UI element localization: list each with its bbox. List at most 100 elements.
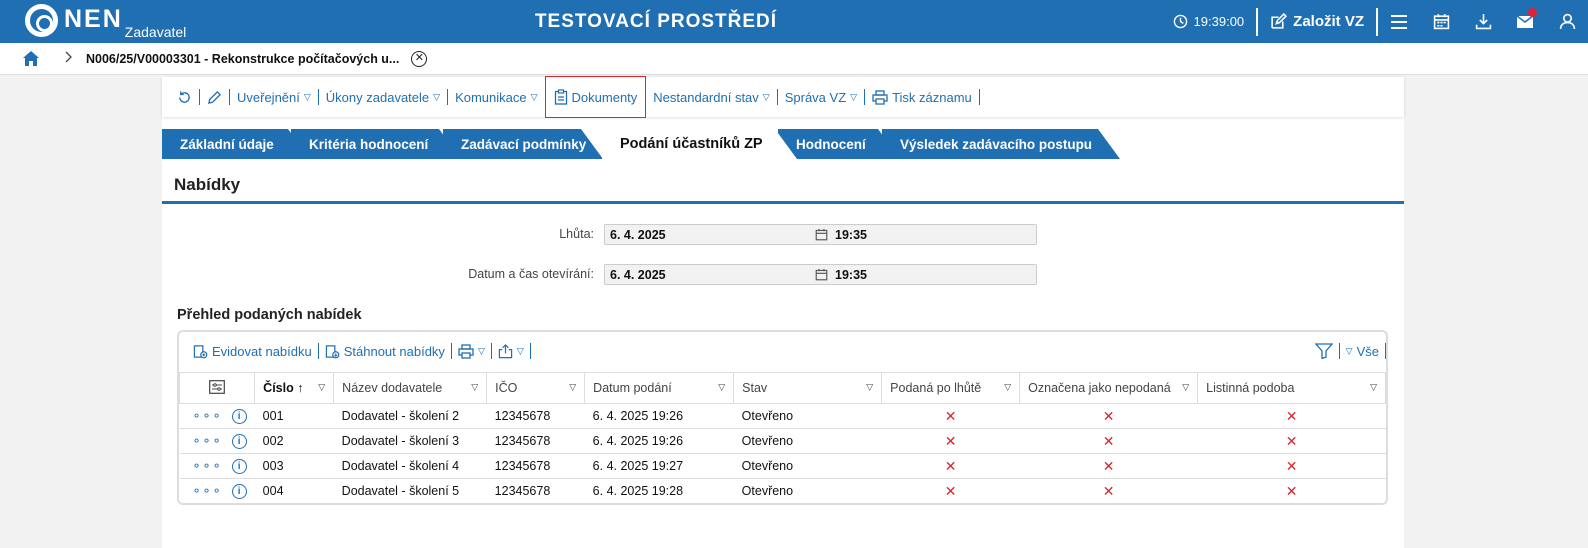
toolbar-divider [529, 343, 531, 359]
more-options-icon[interactable]: ⚬⚬⚬ [192, 484, 222, 498]
column-header-oznacena[interactable]: Označena jako nepodaná ▽ [1019, 372, 1199, 404]
grid-export-button[interactable]: ▽ [492, 343, 530, 359]
refresh-button[interactable] [170, 77, 199, 117]
toolbar-divider [1385, 343, 1386, 359]
cross-mark-icon: ✕ [1019, 478, 1198, 504]
cell-datum: 6. 4. 2025 19:26 [584, 428, 734, 454]
column-header-datum[interactable]: Datum podání ▽ [584, 372, 735, 404]
column-filter-icon[interactable]: ▽ [569, 382, 576, 393]
home-icon[interactable] [22, 50, 40, 67]
caret-down-icon: ▽ [433, 91, 441, 102]
cell-cislo: 002 [254, 428, 334, 454]
close-icon[interactable]: ✕ [411, 50, 428, 67]
register-offer-icon [193, 344, 208, 358]
menu-sprava-vz[interactable]: Správa VZ ▽ [778, 77, 864, 117]
column-header-label: Podaná po lhůtě [890, 381, 982, 395]
menu-button[interactable] [1378, 0, 1420, 43]
cell-stav: Otevřeno [733, 428, 882, 454]
breadcrumb: N006/25/V00003301 - Rekonstrukce počítač… [0, 43, 1588, 75]
info-icon[interactable]: i [231, 458, 247, 474]
column-filter-icon[interactable]: ▽ [1182, 382, 1189, 393]
opening-row: Datum a čas otevírání: 6. 4. 2025 19:35 [162, 264, 1404, 286]
breadcrumb-item[interactable]: N006/25/V00003301 - Rekonstrukce počítač… [86, 52, 399, 66]
cell-cislo: 003 [254, 453, 334, 479]
column-filter-icon[interactable]: ▽ [1004, 382, 1011, 393]
table-row[interactable]: ⚬⚬⚬ i 001 Dodavatel - školení 2 12345678 … [179, 403, 1386, 429]
column-filter-icon[interactable]: ▽ [1370, 382, 1377, 393]
calendar-button[interactable] [1420, 0, 1462, 43]
clock-icon [1173, 14, 1187, 29]
stahnout-nabidky-button[interactable]: Stáhnout nabídky [319, 344, 451, 359]
create-vz-label: Založit VZ [1293, 13, 1364, 30]
menu-dokumenty-label: Dokumenty [571, 89, 638, 105]
cell-datum: 6. 4. 2025 19:28 [584, 478, 734, 504]
column-settings-cell[interactable] [178, 372, 256, 404]
table-row[interactable]: ⚬⚬⚬ i 004 Dodavatel - školení 5 12345678 … [179, 478, 1386, 504]
hamburger-icon [1391, 14, 1407, 29]
table-row[interactable]: ⚬⚬⚬ i 002 Dodavatel - školení 3 12345678 … [179, 428, 1386, 454]
caret-down-icon: ▽ [303, 91, 311, 102]
table-row[interactable]: ⚬⚬⚬ i 003 Dodavatel - školení 4 12345678 … [179, 453, 1386, 479]
column-header-cislo[interactable]: Číslo ↑ ▽ [254, 372, 335, 404]
column-filter-icon[interactable]: ▽ [718, 382, 725, 393]
column-filter-icon[interactable]: ▽ [866, 382, 873, 393]
menu-nestandardni-stav[interactable]: Nestandardní stav ▽ [646, 77, 776, 117]
create-vz-button[interactable]: Založit VZ [1258, 13, 1376, 30]
calendar-icon [1433, 14, 1449, 30]
column-header-listinna[interactable]: Listinná podoba ▽ [1197, 372, 1386, 404]
column-header-nazev[interactable]: Název dodavatele ▽ [333, 372, 488, 404]
tab-vysledek[interactable]: Výsledek zadávacího postupu [882, 129, 1120, 159]
opening-time: 19:35 [835, 268, 867, 282]
menu-uverejneni[interactable]: Uveřejnění ▽ [230, 77, 318, 117]
tab-bar: Základní údaje Kritéria hodnocení Zadáva… [162, 129, 1404, 159]
edit-icon [1271, 13, 1288, 29]
info-icon[interactable]: i [231, 408, 247, 424]
grid-toolbar: Evidovat nabídku Stáhnout nabídky ▽ ▽ ▽ … [179, 332, 1386, 370]
table-header-row: Číslo ↑ ▽ Název dodavatele ▽ IČO ▽ Datum po… [178, 372, 1386, 404]
calendar-icon [815, 268, 828, 281]
cross-mark-icon: ✕ [1019, 453, 1198, 479]
cell-datum: 6. 4. 2025 19:26 [584, 403, 734, 429]
section-title: Nabídky [174, 175, 241, 194]
more-options-icon[interactable]: ⚬⚬⚬ [192, 409, 222, 423]
opening-field[interactable]: 6. 4. 2025 19:35 [604, 264, 1037, 285]
tab-podani-ucastniku[interactable]: Podání účastníků ZP [602, 129, 797, 159]
user-button[interactable] [1546, 0, 1588, 43]
print-record-button[interactable]: Tisk záznamu [865, 77, 979, 117]
tab-kriteria-hodnoceni[interactable]: Kritéria hodnocení [291, 129, 461, 159]
messages-button[interactable] [1504, 0, 1546, 43]
section-header: Nabídky [162, 159, 1404, 204]
printer-icon [458, 343, 474, 359]
tab-label: Zadávací podmínky [461, 136, 587, 152]
menu-sprava-label: Správa VZ [784, 89, 847, 105]
notification-dot [1528, 8, 1537, 17]
tab-hodnoceni[interactable]: Hodnocení [778, 129, 900, 159]
tab-zadavaci-podminky[interactable]: Zadávací podmínky [443, 129, 603, 159]
tab-zakladni-udaje[interactable]: Základní údaje [162, 129, 310, 159]
cell-ico: 12345678 [486, 428, 585, 454]
export-icon [498, 343, 513, 358]
column-header-stav[interactable]: Stav ▽ [733, 372, 883, 404]
column-filter-icon[interactable]: ▽ [471, 382, 478, 393]
grid-print-button[interactable]: ▽ [452, 343, 491, 359]
column-filter-icon[interactable]: ▽ [318, 382, 325, 393]
more-options-icon[interactable]: ⚬⚬⚬ [192, 434, 222, 448]
menu-dokumenty[interactable]: Dokumenty [544, 76, 647, 118]
column-header-label: Číslo [263, 381, 294, 395]
edit-button[interactable] [200, 77, 229, 117]
grid-filter-button[interactable] [1309, 343, 1339, 359]
deadline-field[interactable]: 6. 4. 2025 19:35 [604, 224, 1037, 245]
column-header-podana-po-lhute[interactable]: Podaná po lhůtě ▽ [881, 372, 1021, 404]
filter-all-dropdown[interactable]: ▽ Vše [1340, 344, 1385, 359]
cell-cislo: 004 [254, 478, 334, 504]
info-icon[interactable]: i [231, 433, 247, 449]
column-header-ico[interactable]: IČO ▽ [486, 372, 586, 404]
info-icon[interactable]: i [231, 483, 247, 499]
menu-ukony-zadavatele[interactable]: Úkony zadavatele ▽ [319, 77, 447, 117]
cell-stav: Otevřeno [733, 403, 882, 429]
menu-komunikace[interactable]: Komunikace ▽ [448, 77, 544, 117]
column-header-label: Datum podání [593, 381, 672, 395]
download-button[interactable] [1462, 0, 1504, 43]
evidovat-nabidku-button[interactable]: Evidovat nabídku [187, 344, 318, 359]
more-options-icon[interactable]: ⚬⚬⚬ [192, 459, 222, 473]
